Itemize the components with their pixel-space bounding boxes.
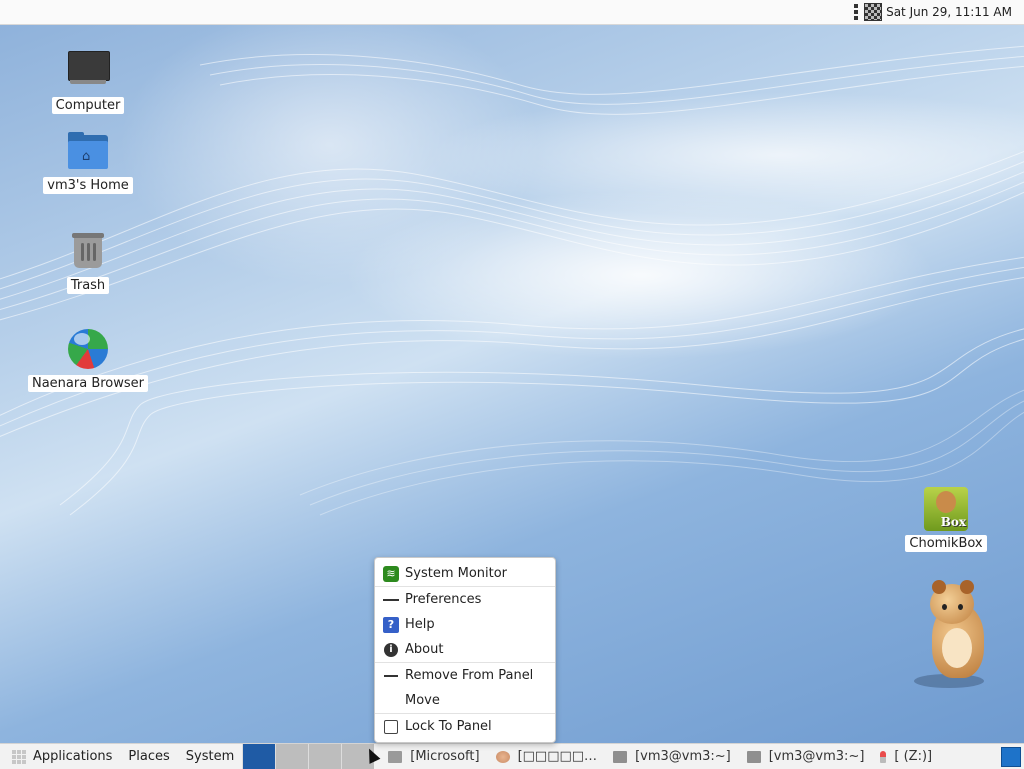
terminal-icon [613, 750, 628, 763]
desktop-icon-label: Naenara Browser [27, 375, 149, 392]
taskbar-item-terminal-2[interactable]: [vm3@vm3:~] [739, 744, 873, 769]
menu-item-label: Preferences [405, 592, 482, 607]
top-panel: Sat Jun 29, 11:11 AM [0, 0, 1024, 25]
places-menu[interactable]: Places [128, 744, 169, 769]
taskbar-item-label: [vm3@vm3:~] [768, 749, 865, 764]
desktop-icon-chomikbox[interactable]: Box ChomikBox [886, 487, 1006, 552]
folder-icon [388, 750, 403, 763]
menu-item-lock-to-panel[interactable]: Lock To Panel [375, 714, 555, 739]
taskbar-item-terminal-1[interactable]: [vm3@vm3:~] [605, 744, 739, 769]
menu-item-about[interactable]: i About [375, 637, 555, 662]
desktop-icon-label: Computer [51, 97, 125, 114]
panel-context-menu: ≋ System Monitor Preferences ? Help i Ab… [374, 557, 556, 743]
menu-item-label: About [405, 642, 444, 657]
menu-item-label: Move [405, 693, 440, 708]
menu-item-label: Remove From Panel [405, 668, 534, 683]
clock[interactable]: Sat Jun 29, 11:11 AM [886, 5, 1012, 19]
pin-icon [880, 750, 887, 763]
applications-menu[interactable]: Applications [33, 744, 112, 769]
system-monitor-icon: ≋ [383, 565, 399, 582]
desktop-icon-home[interactable]: ⌂ vm3's Home [28, 129, 148, 194]
show-desktop-button[interactable] [1001, 747, 1021, 767]
taskbar-item-label: [Microsoft] [410, 749, 480, 764]
taskbar-item-microsoft[interactable]: [Microsoft] [380, 744, 487, 769]
menu-item-move[interactable]: Move [375, 688, 555, 713]
remove-icon [384, 674, 398, 677]
desktop-icon-computer[interactable]: Computer [28, 49, 148, 114]
desktop-icon-trash[interactable]: Trash [28, 229, 148, 294]
taskbar-item-label: [vm3@vm3:~] [635, 749, 731, 764]
help-icon: ? [383, 616, 399, 633]
taskbar-item-drive-z[interactable]: [ (Z:)] [872, 744, 940, 769]
menu-item-system-monitor[interactable]: ≋ System Monitor [375, 561, 555, 586]
menu-item-label: System Monitor [405, 566, 508, 581]
workspace-1[interactable] [242, 744, 276, 769]
taskbar-item-window[interactable]: [□□□□□… [488, 744, 606, 769]
bottom-panel: Applications Places System [Microsoft] [… [0, 743, 1024, 769]
taskbar-item-label: [□□□□□… [517, 749, 598, 764]
applications-grid-icon[interactable] [12, 749, 26, 764]
desktop-icon-naenara-browser[interactable]: Naenara Browser [27, 327, 149, 392]
tray-status-icon[interactable] [864, 3, 883, 21]
top-panel-tray: Sat Jun 29, 11:11 AM [854, 0, 1012, 24]
desktop-icon-label: Trash [66, 277, 110, 294]
system-menu[interactable]: System [186, 744, 234, 769]
workspace-3[interactable] [308, 744, 342, 769]
workspace-2[interactable] [275, 744, 309, 769]
info-icon: i [384, 642, 398, 657]
chomikbox-icon: Box [924, 487, 968, 531]
monitor-icon [66, 49, 110, 93]
menu-item-label: Help [405, 617, 435, 632]
desktop-icon-label: vm3's Home [43, 177, 133, 194]
hamster-mascot-image[interactable] [910, 578, 1000, 688]
menu-item-help[interactable]: ? Help [375, 612, 555, 637]
taskbar-item-label: [ (Z:)] [894, 749, 933, 764]
menu-item-label: Lock To Panel [405, 719, 492, 734]
desktop-icon-label: ChomikBox [905, 535, 987, 552]
menu-item-remove-from-panel[interactable]: Remove From Panel [375, 663, 555, 688]
globe-icon [66, 327, 110, 371]
tray-menu-icon[interactable] [854, 4, 859, 20]
avatar-icon [495, 750, 510, 763]
trash-icon [66, 229, 110, 273]
checkbox-icon[interactable] [384, 719, 398, 734]
preferences-icon [383, 592, 399, 608]
home-folder-icon: ⌂ [66, 129, 110, 173]
terminal-icon [746, 750, 761, 763]
menu-item-preferences[interactable]: Preferences [375, 587, 555, 612]
